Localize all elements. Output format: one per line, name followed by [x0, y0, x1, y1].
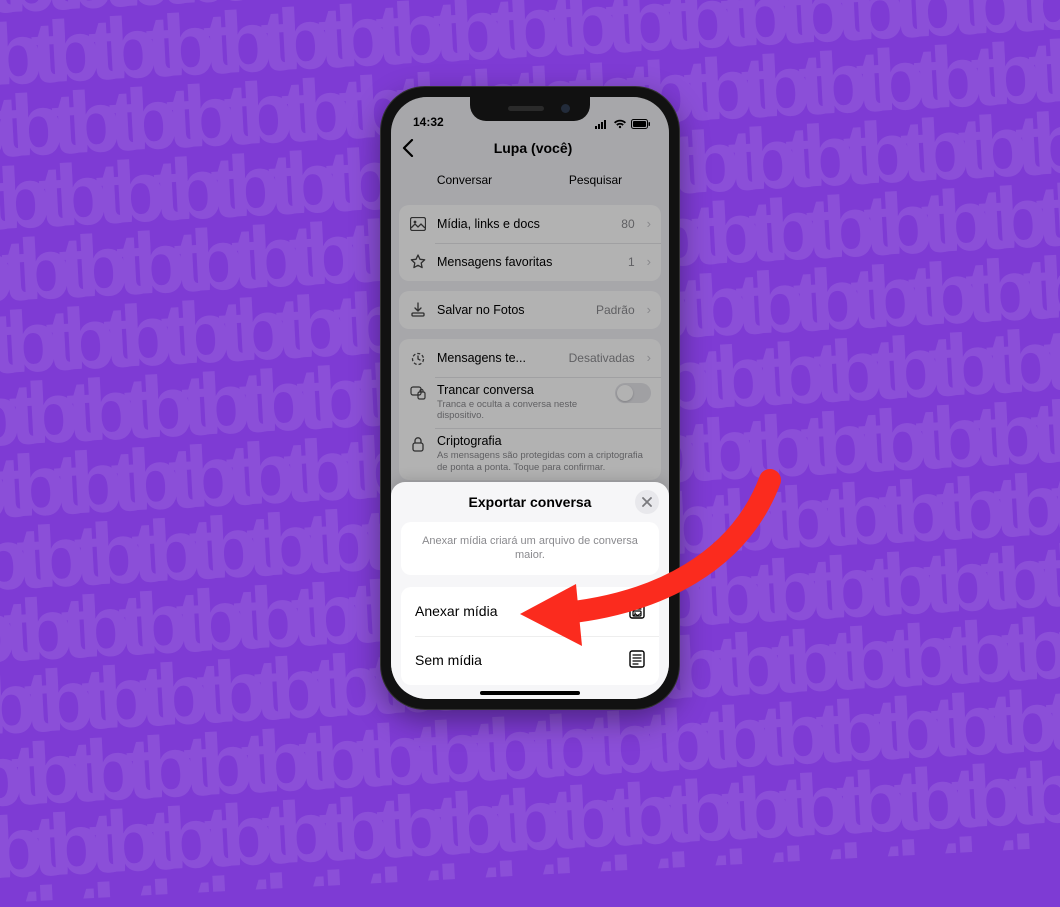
- phone-notch: [470, 97, 590, 121]
- chevron-right-icon: ›: [645, 350, 651, 365]
- phone-frame: 14:32 Lupa (você) Conversar Pesquisar: [381, 87, 679, 709]
- photo-icon: [409, 217, 427, 231]
- sheet-title: Exportar conversa: [469, 494, 592, 510]
- row-sublabel: Tranca e oculta a conversa neste disposi…: [437, 399, 605, 423]
- row-save-to-photos[interactable]: Salvar no Fotos Padrão ›: [399, 291, 661, 329]
- row-media-links-docs[interactable]: Mídia, links e docs 80 ›: [399, 205, 661, 243]
- group-privacy: Mensagens te... Desativadas › Trancar co…: [399, 339, 661, 481]
- download-icon: [409, 302, 427, 318]
- status-time: 14:32: [409, 115, 444, 129]
- status-icons: [595, 119, 651, 129]
- sheet-header: Exportar conversa: [391, 482, 669, 522]
- close-icon: [642, 497, 652, 507]
- row-starred-messages[interactable]: Mensagens favoritas 1 ›: [399, 243, 661, 281]
- signal-icon: [595, 119, 609, 129]
- row-value: 1: [628, 255, 635, 269]
- doc-icon: [629, 650, 645, 671]
- segment-search[interactable]: Pesquisar: [530, 167, 661, 193]
- chevron-right-icon: ›: [645, 216, 651, 231]
- option-attach-media[interactable]: Anexar mídia: [401, 587, 659, 636]
- sheet-close-button[interactable]: [635, 490, 659, 514]
- home-indicator: [480, 691, 580, 695]
- segment-chat[interactable]: Conversar: [399, 167, 530, 193]
- nav-header: Lupa (você): [391, 131, 669, 165]
- row-sublabel: As mensagens são protegidas com a cripto…: [437, 450, 651, 474]
- group-save-photos: Salvar no Fotos Padrão ›: [399, 291, 661, 329]
- row-value: Desativadas: [569, 351, 635, 365]
- doc-image-icon: [629, 601, 645, 622]
- option-without-media[interactable]: Sem mídia: [401, 636, 659, 685]
- chevron-right-icon: ›: [645, 302, 651, 317]
- wifi-icon: [613, 119, 627, 129]
- lock-icon: [409, 436, 427, 452]
- sheet-options: Anexar mídia Sem mídia: [401, 587, 659, 685]
- chevron-right-icon: ›: [645, 254, 651, 269]
- phone-screen: 14:32 Lupa (você) Conversar Pesquisar: [391, 97, 669, 699]
- option-label: Sem mídia: [415, 652, 629, 668]
- page-title: Lupa (você): [397, 140, 669, 156]
- option-label: Anexar mídia: [415, 603, 629, 619]
- lock-chat-icon: [409, 385, 427, 401]
- row-label: Trancar conversa: [437, 383, 605, 397]
- timer-icon: [409, 350, 427, 366]
- row-value: 80: [621, 217, 634, 231]
- group-media-starred: Mídia, links e docs 80 › Mensagens favor…: [399, 205, 661, 281]
- row-label: Criptografia: [437, 434, 651, 448]
- row-label: Mensagens favoritas: [437, 255, 618, 269]
- star-icon: [409, 254, 427, 270]
- row-label: Mensagens te...: [437, 351, 559, 365]
- row-encryption[interactable]: Criptografia As mensagens são protegidas…: [399, 428, 661, 480]
- row-value: Padrão: [596, 303, 635, 317]
- lock-chat-toggle[interactable]: [615, 383, 651, 403]
- row-lock-chat[interactable]: Trancar conversa Tranca e oculta a conve…: [399, 377, 661, 429]
- battery-icon: [631, 119, 651, 129]
- sheet-note: Anexar mídia criará um arquivo de conver…: [401, 522, 659, 575]
- segmented-row: Conversar Pesquisar: [391, 165, 669, 201]
- row-disappearing-messages[interactable]: Mensagens te... Desativadas ›: [399, 339, 661, 377]
- export-sheet: Exportar conversa Anexar mídia criará um…: [391, 482, 669, 699]
- row-label: Salvar no Fotos: [437, 303, 586, 317]
- row-label: Mídia, links e docs: [437, 217, 611, 231]
